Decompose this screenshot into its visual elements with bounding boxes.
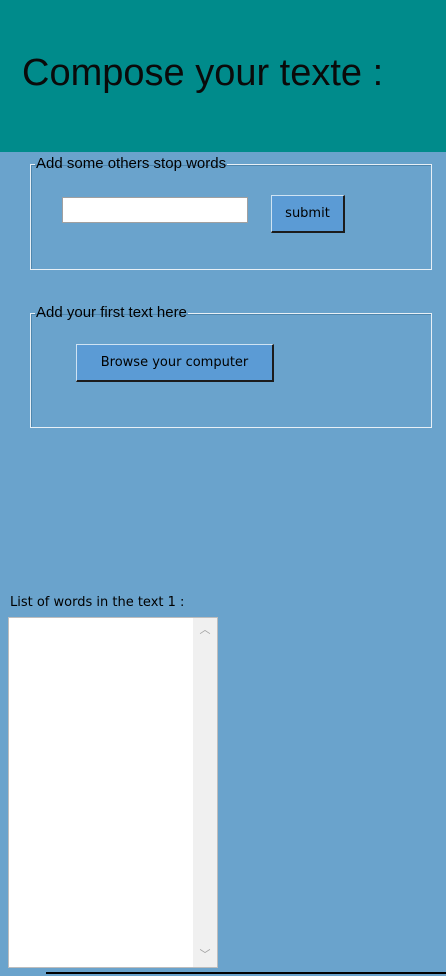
first-text-legend: Add your first text here: [36, 304, 187, 321]
scroll-down-icon[interactable]: ﹀: [193, 945, 217, 965]
bottom-divider: [46, 972, 446, 974]
stop-words-input[interactable]: [62, 197, 248, 223]
scroll-up-icon[interactable]: ︿: [193, 620, 217, 640]
words-listbox[interactable]: ︿ ﹀: [8, 617, 218, 968]
words-list-label: List of words in the text 1 :: [10, 595, 185, 610]
listbox-scrollbar[interactable]: ︿ ﹀: [193, 618, 217, 967]
browse-computer-button[interactable]: Browse your computer: [76, 344, 274, 382]
submit-button[interactable]: submit: [271, 195, 345, 233]
stop-words-legend: Add some others stop words: [36, 155, 227, 172]
page-title: Compose your texte :: [22, 52, 384, 94]
header-bar: Compose your texte :: [0, 0, 446, 152]
